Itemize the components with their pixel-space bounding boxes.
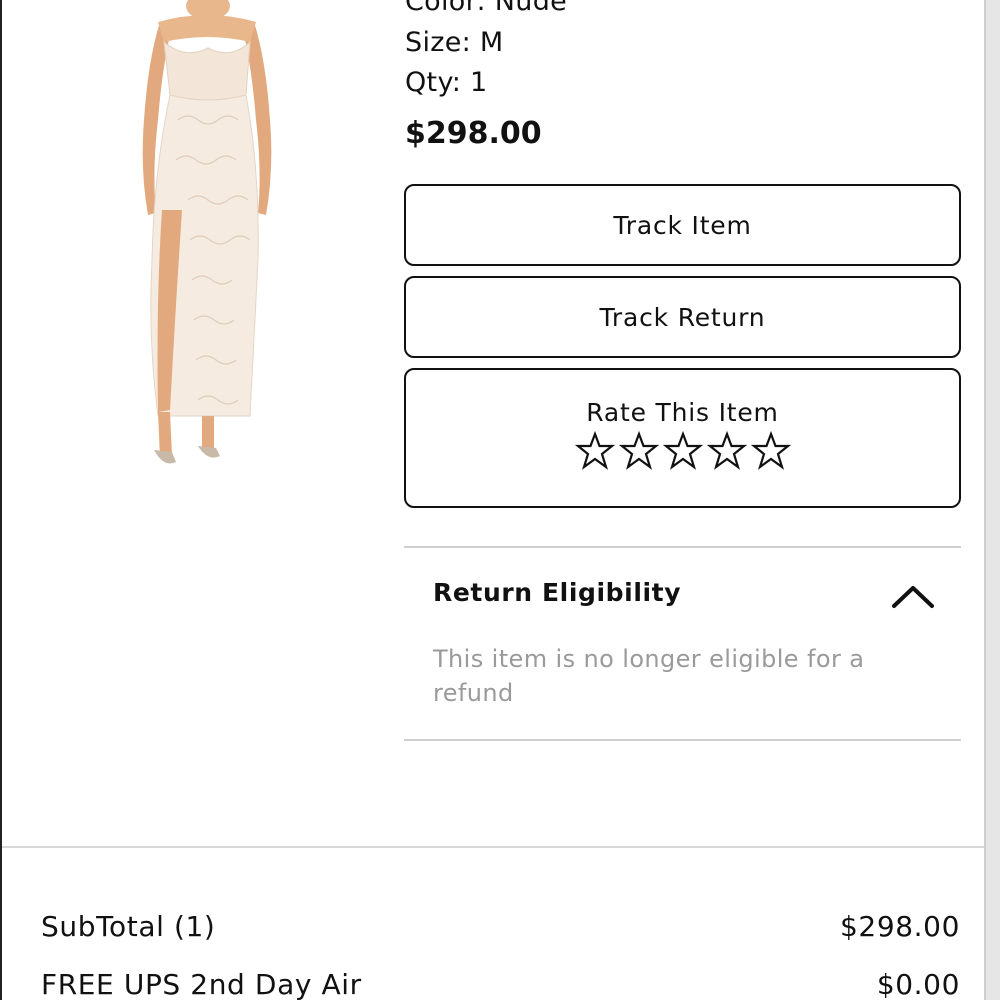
track-item-button[interactable]: Track Item bbox=[404, 184, 961, 266]
rate-item-label: Rate This Item bbox=[586, 398, 779, 427]
section-divider bbox=[2, 846, 984, 848]
subtotal-label: SubTotal (1) bbox=[41, 910, 216, 943]
rating-stars bbox=[574, 431, 791, 471]
product-color: Color: Nude bbox=[405, 0, 568, 17]
divider bbox=[404, 546, 961, 548]
subtotal-value: $298.00 bbox=[840, 910, 960, 943]
left-edge bbox=[0, 0, 2, 1000]
star-icon[interactable] bbox=[750, 431, 791, 471]
product-size: Size: M bbox=[405, 27, 504, 58]
product-image[interactable] bbox=[118, 0, 298, 478]
product-price: $298.00 bbox=[405, 116, 542, 151]
shipping-label: FREE UPS 2nd Day Air bbox=[41, 968, 362, 1001]
product-qty: Qty: 1 bbox=[405, 67, 488, 98]
shipping-value: $0.00 bbox=[876, 968, 960, 1001]
track-return-button[interactable]: Track Return bbox=[404, 276, 961, 358]
chevron-up-icon[interactable] bbox=[888, 578, 938, 614]
return-eligibility-title[interactable]: Return Eligibility bbox=[433, 578, 681, 607]
scrollbar[interactable] bbox=[984, 0, 1000, 1000]
star-icon[interactable] bbox=[574, 431, 615, 471]
rate-item-box: Rate This Item bbox=[404, 368, 961, 508]
star-icon[interactable] bbox=[618, 431, 659, 471]
return-eligibility-message: This item is no longer eligible for a re… bbox=[433, 645, 865, 707]
star-icon[interactable] bbox=[662, 431, 703, 471]
star-icon[interactable] bbox=[706, 431, 747, 471]
divider bbox=[404, 739, 961, 741]
